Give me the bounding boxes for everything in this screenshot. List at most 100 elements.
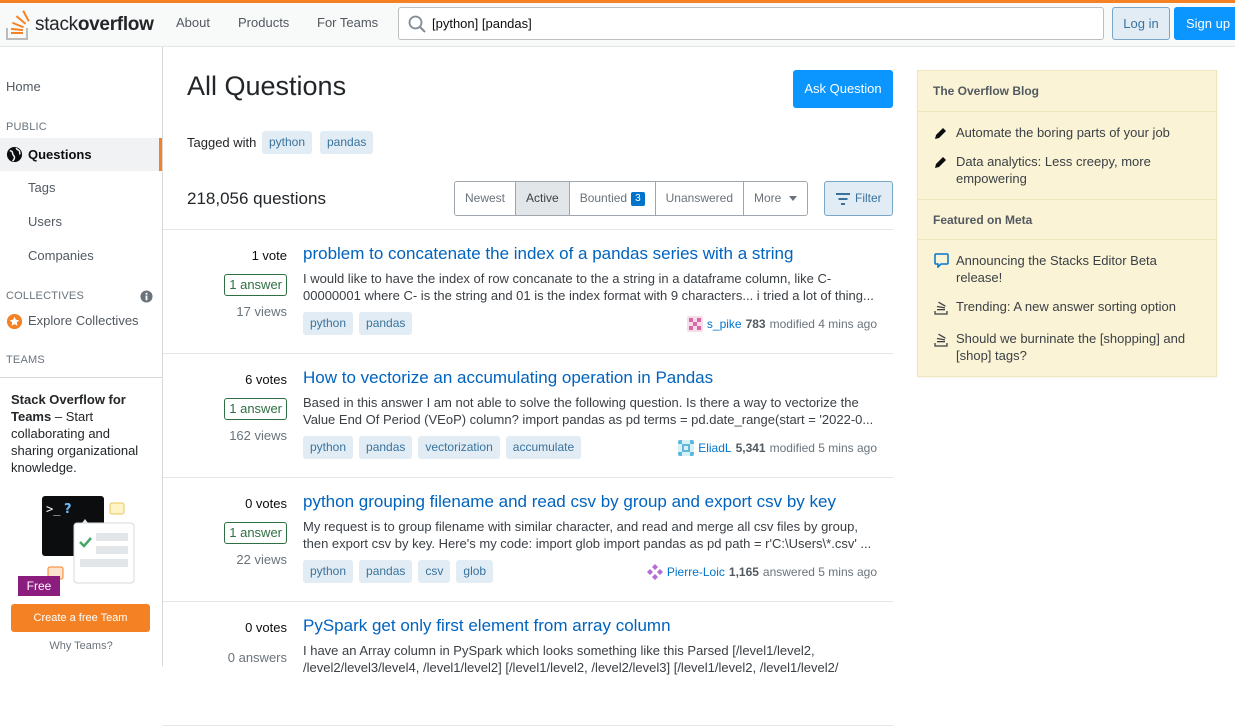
nav-products[interactable]: Products [238, 15, 289, 30]
site-logo[interactable]: stackoverflow [6, 9, 154, 41]
filter-icon [836, 193, 850, 205]
question-count: 218,056 questions [187, 189, 326, 208]
tag-pandas[interactable]: pandas [359, 560, 413, 583]
sort-filter-group: Newest Active Bountied 3 Unanswered More [454, 181, 809, 216]
tag-pandas[interactable]: pandas [359, 312, 413, 335]
vote-count: 0 votes [245, 496, 287, 511]
vote-count: 6 votes [245, 372, 287, 387]
overflow-blog-widget: The Overflow Blog Automate the boring pa… [917, 70, 1217, 377]
main-content: All Questions Ask Question Tagged with p… [163, 47, 903, 726]
filter-active[interactable]: Active [516, 182, 570, 215]
question-title-link[interactable]: problem to concatenate the index of a pa… [303, 244, 793, 264]
nav-explore-collectives[interactable]: Explore Collectives [28, 313, 139, 328]
collectives-section-label: COLLECTIVES [6, 290, 85, 302]
vote-count: 1 vote [251, 248, 287, 263]
nav-questions[interactable]: Questions [0, 138, 162, 171]
question-summary: 0 votes 0 answers PySpark get only first… [163, 602, 893, 726]
answer-count: 1 answer [224, 522, 287, 544]
blog-heading: The Overflow Blog [918, 71, 1216, 112]
filter-more[interactable]: More [744, 182, 808, 215]
svg-text:?: ? [64, 502, 72, 517]
question-meta: s_pike 783 modified 4 mins ago [686, 316, 877, 332]
nav-about[interactable]: About [176, 15, 210, 30]
user-reputation: 783 [745, 317, 766, 331]
question-summary: 0 votes 1 answer 22 views python groupin… [163, 478, 893, 602]
question-activity[interactable]: modified 4 mins ago [770, 317, 877, 331]
question-title-link[interactable]: PySpark get only first element from arra… [303, 616, 671, 636]
user-reputation: 1,165 [728, 565, 759, 579]
question-title-link[interactable]: How to vectorize an accumulating operati… [303, 368, 713, 388]
blog-item[interactable]: Data analytics: Less creepy, more empowe… [956, 153, 1196, 187]
question-stats: 1 vote 1 answer 17 views [187, 248, 287, 319]
ask-question-button[interactable]: Ask Question [793, 70, 893, 108]
tag-csv[interactable]: csv [418, 560, 451, 583]
nav-users[interactable]: Users [28, 214, 62, 229]
pencil-icon [935, 128, 946, 139]
globe-icon [6, 146, 23, 163]
user-avatar[interactable] [686, 316, 703, 332]
tag-accumulate[interactable]: accumulate [505, 436, 582, 459]
stackoverflow-logo-icon [6, 10, 30, 40]
tag-glob[interactable]: glob [456, 560, 494, 583]
filter-bountied[interactable]: Bountied 3 [569, 182, 656, 215]
user-name-link[interactable]: EliadL [698, 441, 731, 455]
tag-pandas[interactable]: pandas [320, 131, 374, 154]
answer-count: 0 answers [227, 650, 287, 665]
teams-promo-text: Stack Overflow for Teams – Start collabo… [11, 391, 151, 476]
nav-home[interactable]: Home [6, 79, 41, 94]
chevron-down-icon [789, 196, 798, 201]
tag-python[interactable]: python [303, 312, 354, 335]
search-input[interactable]: [python] [pandas] [398, 7, 1104, 40]
user-avatar[interactable] [646, 564, 663, 580]
meta-heading: Featured on Meta [918, 199, 1216, 240]
question-tags: python pandas vectorization accumulate [303, 436, 582, 459]
meta-item[interactable]: Should we burninate the [shopping] and [… [956, 330, 1196, 364]
filter-newest[interactable]: Newest [455, 182, 517, 215]
top-bar: stackoverflow About Products For Teams [… [0, 0, 1235, 47]
user-avatar[interactable] [678, 440, 695, 456]
user-reputation: 5,341 [735, 441, 766, 455]
question-tags: python pandas csv glob [303, 560, 494, 583]
question-stats: 0 votes 1 answer 22 views [187, 496, 287, 567]
login-button[interactable]: Log in [1112, 7, 1170, 40]
question-summary: 1 vote 1 answer 17 views problem to conc… [163, 230, 893, 354]
bountied-count-badge: 3 [631, 191, 645, 206]
search-icon [408, 15, 426, 33]
nav-tags[interactable]: Tags [28, 180, 55, 195]
search-value: [python] [pandas] [432, 16, 532, 31]
tagged-with-label: Tagged with [187, 135, 257, 150]
why-teams-link[interactable]: Why Teams? [0, 640, 162, 652]
blog-item[interactable]: Automate the boring parts of your job [956, 124, 1196, 141]
question-title-link[interactable]: python grouping filename and read csv by… [303, 492, 836, 512]
view-count: 17 views [236, 304, 287, 319]
pencil-icon [935, 157, 946, 168]
user-name-link[interactable]: s_pike [707, 317, 742, 331]
free-badge: Free [18, 576, 60, 596]
meta-item[interactable]: Trending: A new answer sorting option [956, 298, 1196, 315]
tag-vectorization[interactable]: vectorization [418, 436, 500, 459]
user-name-link[interactable]: Pierre-Loic [667, 565, 725, 579]
nav-companies[interactable]: Companies [28, 248, 94, 263]
nav-for-teams[interactable]: For Teams [317, 15, 378, 30]
tag-python[interactable]: python [303, 436, 354, 459]
question-tags: python pandas [303, 312, 413, 335]
tag-pandas[interactable]: pandas [359, 436, 413, 459]
tag-python[interactable]: python [262, 131, 313, 154]
logo-text-light: stack [35, 14, 78, 35]
create-team-button[interactable]: Create a free Team [11, 604, 150, 632]
filter-button[interactable]: Filter [824, 181, 893, 216]
question-excerpt: My request is to group filename with sim… [303, 519, 872, 551]
info-icon[interactable] [140, 290, 153, 303]
filter-unanswered[interactable]: Unanswered [655, 182, 745, 215]
question-meta: EliadL 5,341 modified 5 mins ago [678, 440, 877, 456]
left-sidebar: Home PUBLIC Questions Tags Users Compani… [0, 47, 163, 666]
teams-section-label: TEAMS [6, 354, 45, 366]
signup-button[interactable]: Sign up [1174, 7, 1235, 40]
tag-python[interactable]: python [303, 560, 354, 583]
question-list: 1 vote 1 answer 17 views problem to conc… [163, 229, 893, 726]
question-activity[interactable]: answered 5 mins ago [763, 565, 877, 579]
meta-item[interactable]: Announcing the Stacks Editor Beta releas… [956, 252, 1196, 286]
question-excerpt: Based in this answer I am not able to so… [303, 395, 874, 427]
view-count: 162 views [229, 428, 287, 443]
question-activity[interactable]: modified 5 mins ago [770, 441, 877, 455]
